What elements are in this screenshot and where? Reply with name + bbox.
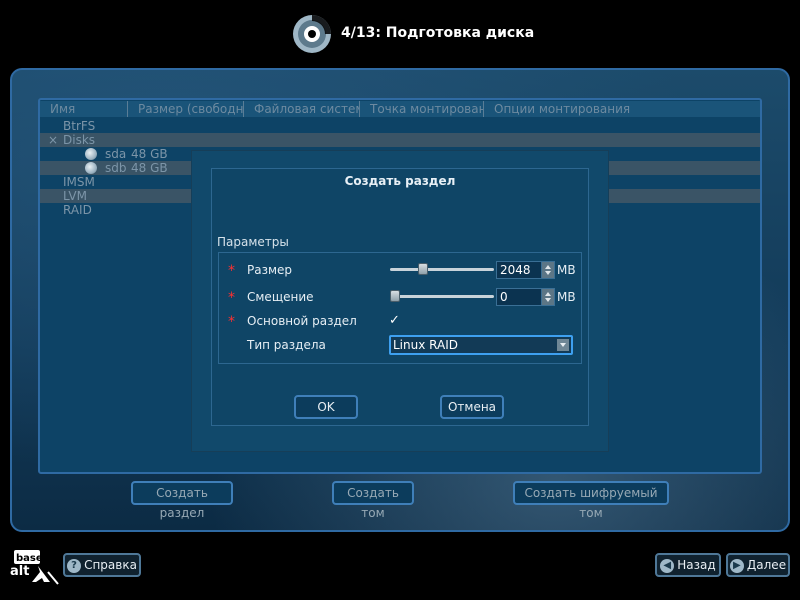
create-partition-button[interactable]: Создать раздел bbox=[131, 481, 233, 520]
partition-type-value: Linux RAID bbox=[393, 338, 458, 352]
expander-icon[interactable]: × bbox=[48, 133, 58, 147]
offset-slider-handle[interactable] bbox=[390, 290, 400, 302]
size-slider-handle[interactable] bbox=[418, 263, 429, 275]
cancel-button[interactable]: Отмена bbox=[440, 395, 504, 419]
size-label: Размер bbox=[247, 263, 293, 277]
column-header-filesystem[interactable]: Файловая система bbox=[244, 101, 360, 117]
offset-label: Смещение bbox=[247, 290, 314, 304]
row-size: 48 GB bbox=[131, 161, 168, 175]
dialog-title: Создать раздел bbox=[344, 174, 456, 188]
disk-icon bbox=[85, 148, 97, 160]
disk-icon bbox=[85, 162, 97, 174]
row-name: Disks bbox=[63, 133, 96, 147]
svg-text:alt: alt bbox=[10, 564, 29, 579]
primary-partition-label: Основной раздел bbox=[247, 314, 357, 328]
offset-slider[interactable] bbox=[390, 290, 494, 302]
required-mark: * bbox=[228, 263, 235, 279]
table-row[interactable]: BtrFS bbox=[40, 119, 760, 133]
back-label: Назад bbox=[677, 558, 716, 572]
partition-type-label: Тип раздела bbox=[247, 338, 326, 352]
offset-value: 0 bbox=[500, 290, 508, 304]
basealt-logo: base alt bbox=[10, 550, 59, 585]
row-name: sdb bbox=[105, 161, 127, 175]
size-value: 2048 bbox=[500, 263, 531, 277]
next-button[interactable]: ▶ Далее bbox=[726, 553, 790, 577]
offset-input[interactable]: 0 bbox=[496, 288, 555, 306]
create-volume-button[interactable]: Создать том bbox=[332, 481, 414, 520]
params-group-label: Параметры bbox=[217, 235, 289, 249]
row-name: IMSM bbox=[63, 175, 95, 189]
help-label: Справка bbox=[84, 558, 137, 572]
row-name: LVM bbox=[63, 189, 87, 203]
installer-logo-icon bbox=[293, 15, 331, 53]
arrow-right-icon: ▶ bbox=[729, 558, 744, 573]
table-header: Имя Размер (свободно) Файловая система Т… bbox=[40, 101, 760, 117]
ok-button[interactable]: OK bbox=[294, 395, 358, 419]
offset-unit: MB bbox=[557, 290, 576, 304]
partition-type-select[interactable]: Linux RAID bbox=[389, 335, 573, 355]
svg-text:base: base bbox=[16, 553, 43, 564]
size-input[interactable]: 2048 bbox=[496, 261, 555, 279]
offset-stepper-icon[interactable] bbox=[541, 289, 554, 305]
table-row[interactable]: × Disks bbox=[40, 133, 760, 147]
row-size: 48 GB bbox=[131, 147, 168, 161]
required-mark: * bbox=[228, 314, 235, 330]
create-encrypted-volume-button[interactable]: Создать шифруемый том bbox=[513, 481, 669, 520]
row-name: sda bbox=[105, 147, 127, 161]
column-header-mount-options[interactable]: Опции монтирования bbox=[484, 101, 760, 117]
next-label: Далее bbox=[746, 558, 787, 572]
primary-partition-checkbox[interactable]: ✓ bbox=[389, 314, 401, 327]
column-header-mountpoint[interactable]: Точка монтирования bbox=[360, 101, 484, 117]
chevron-down-icon[interactable] bbox=[557, 339, 569, 351]
back-button[interactable]: ◀ Назад bbox=[655, 553, 721, 577]
column-header-name[interactable]: Имя bbox=[40, 101, 128, 117]
size-stepper-icon[interactable] bbox=[541, 262, 554, 278]
arrow-left-icon: ◀ bbox=[660, 558, 675, 573]
row-name: BtrFS bbox=[63, 119, 96, 133]
column-header-size[interactable]: Размер (свободно) bbox=[128, 101, 244, 117]
step-title: 4/13: Подготовка диска bbox=[341, 25, 535, 41]
size-slider[interactable] bbox=[390, 263, 494, 275]
help-icon: ? bbox=[67, 558, 82, 573]
help-button[interactable]: ? Справка bbox=[63, 553, 141, 577]
row-name: RAID bbox=[63, 203, 92, 217]
size-unit: MB bbox=[557, 263, 576, 277]
required-mark: * bbox=[228, 290, 235, 306]
